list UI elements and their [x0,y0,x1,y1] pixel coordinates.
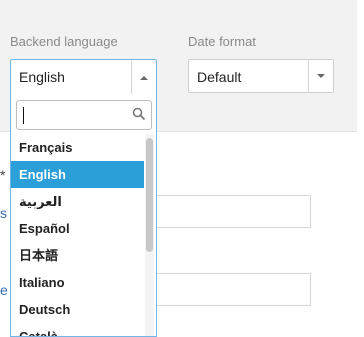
scrollbar-thumb[interactable] [146,138,153,252]
backend-language-select[interactable]: English [10,59,157,95]
language-option[interactable]: Català [11,323,144,336]
required-marker: * [0,167,6,183]
language-option[interactable]: Deutsch [11,296,144,323]
language-dropdown: Français English العربية Español 日本語 Italiano… [10,94,157,337]
language-option[interactable]: العربية [11,188,144,215]
backend-language-label: Backend language [10,34,118,49]
language-option[interactable]: 日本語 [11,242,144,269]
language-option[interactable]: Italiano [11,269,144,296]
backend-language-value: English [19,69,65,85]
partial-label-1: s [0,205,7,221]
search-icon [132,107,146,126]
language-search-input[interactable] [16,100,152,130]
language-option[interactable]: Français [11,134,144,161]
date-format-select[interactable]: Default [188,59,334,93]
date-format-value: Default [197,69,242,85]
text-input-2[interactable] [150,273,311,306]
date-format-label: Date format [188,34,256,49]
partial-label-2: e [0,282,8,298]
text-cursor [23,107,24,124]
language-options-list: Français English العربية Español 日本語 Italiano… [11,134,144,336]
text-input-1[interactable] [150,195,311,228]
language-option[interactable]: English [11,161,144,188]
chevron-down-icon[interactable] [308,60,333,92]
chevron-up-icon[interactable] [131,60,156,95]
language-option[interactable]: Español [11,215,144,242]
